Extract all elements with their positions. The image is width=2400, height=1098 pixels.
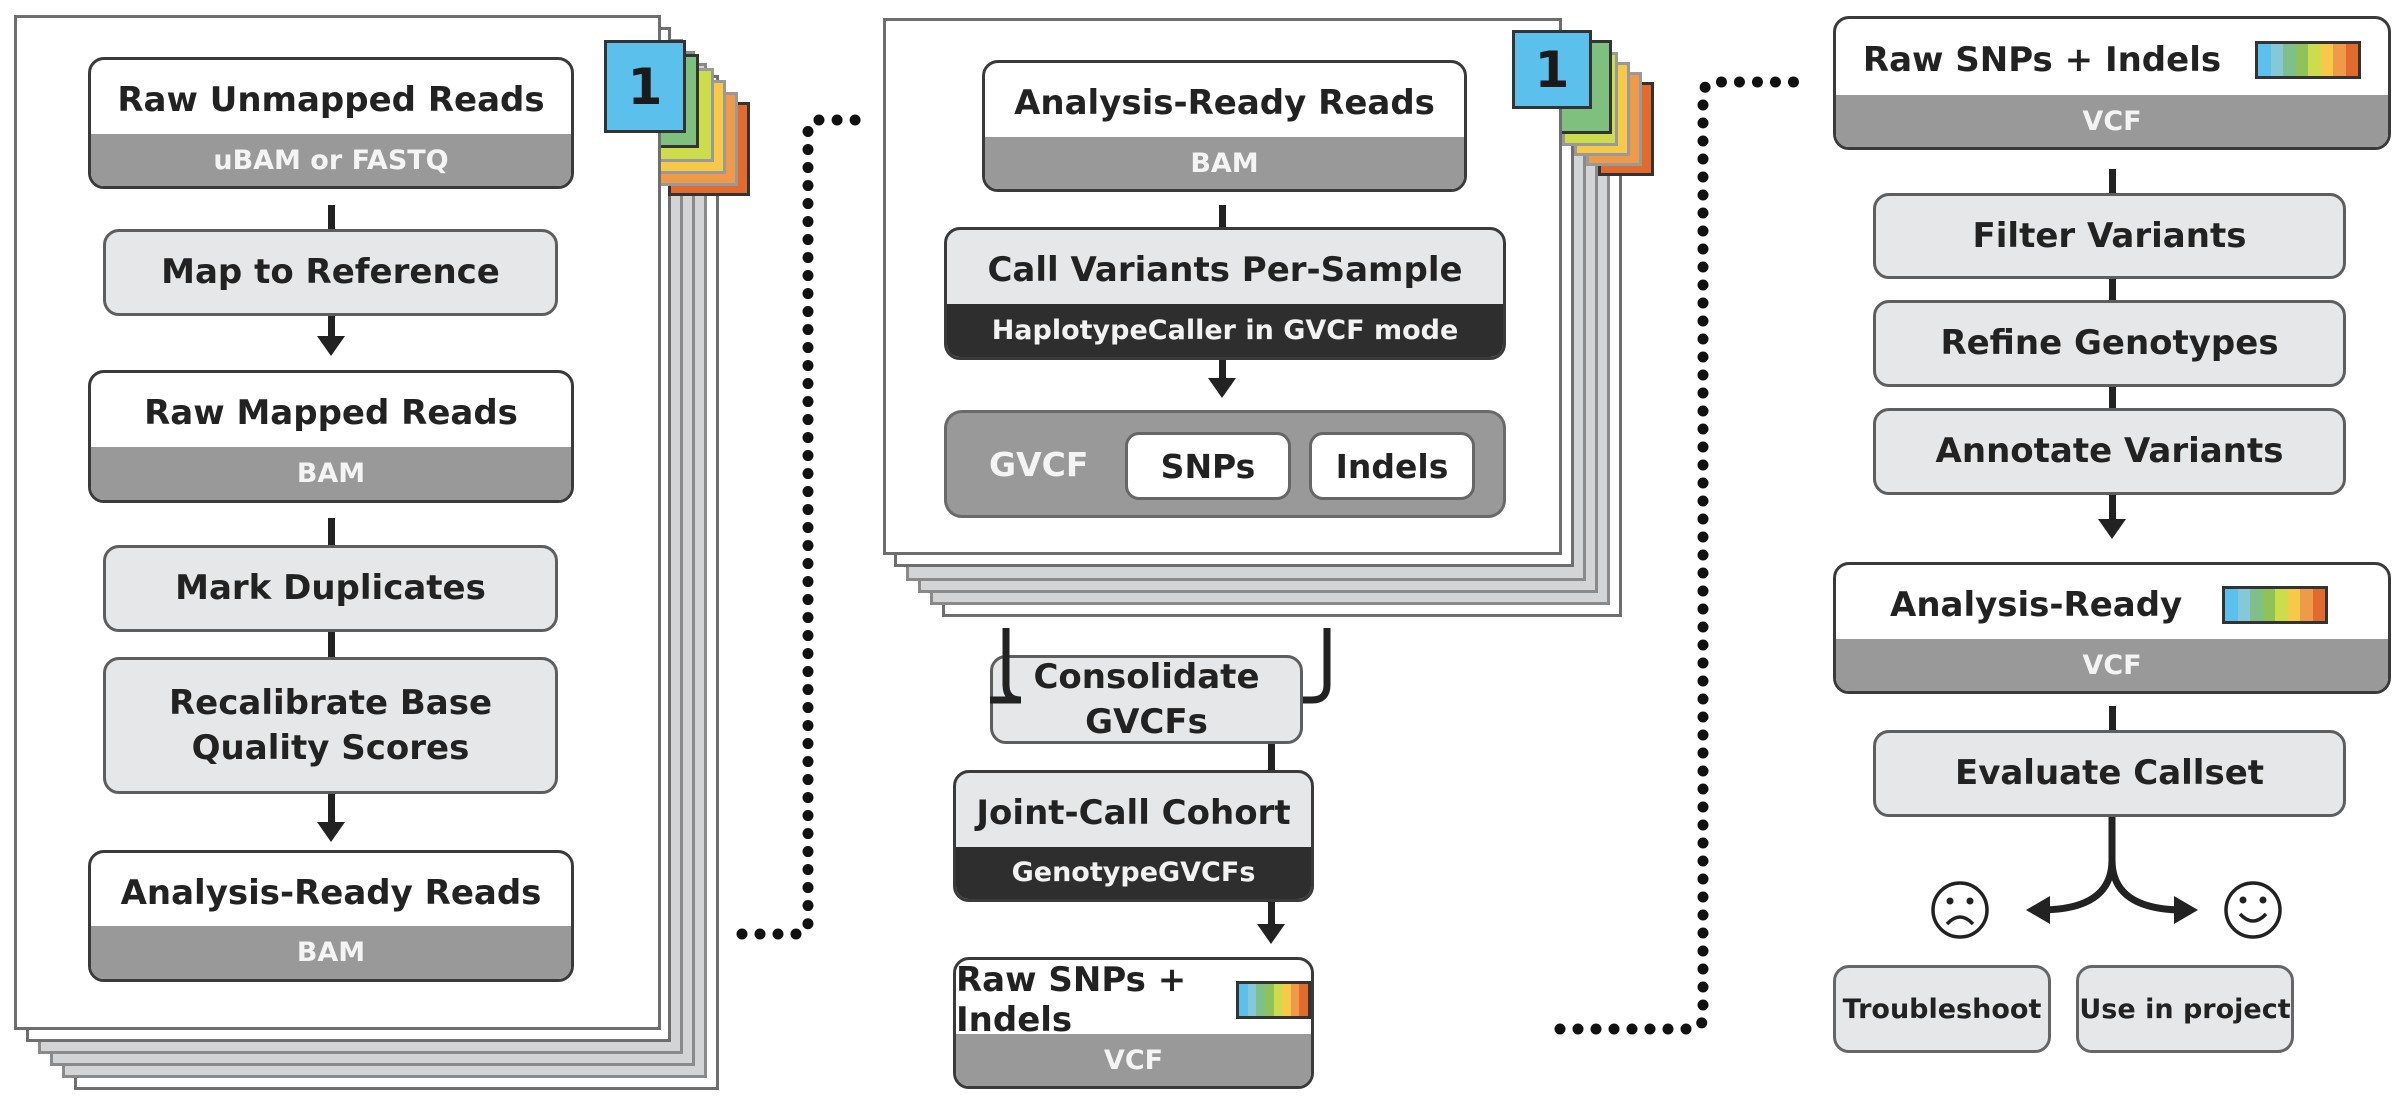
dotted-connector-stage1-to-stage2 (736, 114, 876, 940)
fork-arrow-right (2108, 859, 2185, 914)
connectors-overlay (736, 76, 2282, 1035)
gather-bracket-right (1303, 628, 1331, 704)
arrowhead-right-icon (2174, 896, 2198, 924)
happy-face-icon (2224, 881, 2282, 939)
dotted-connector-stage2-to-stage3 (1554, 76, 1811, 1035)
sad-face-icon (1931, 881, 1989, 939)
arrowhead-left-icon (2026, 896, 2050, 924)
fork-arrow-left (2039, 817, 2116, 914)
gather-bracket-left (990, 628, 1022, 704)
